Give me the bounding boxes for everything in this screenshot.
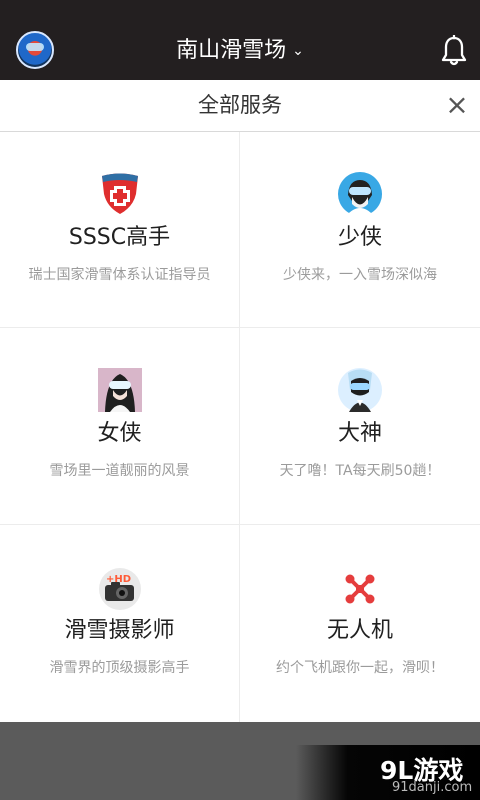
service-description: 瑞士国家滑雪体系认证指导员 xyxy=(28,267,211,283)
service-name: 大神 xyxy=(337,421,382,446)
service-description: 雪场里一道靓丽的风景 xyxy=(49,463,190,479)
service-description: 滑雪界的顶级摄影高手 xyxy=(49,660,190,676)
service-shaoxia[interactable]: 少侠 少侠来，一入雪场深似海 xyxy=(240,132,480,328)
watermark-domain: 91danji.com xyxy=(392,780,473,795)
swiss-shield-icon xyxy=(102,173,138,214)
drone-icon xyxy=(345,574,375,604)
close-icon[interactable]: × xyxy=(444,91,470,119)
service-name: 少侠 xyxy=(337,225,382,250)
service-description: 约个飞机跟你一起，滑呗！ xyxy=(276,660,444,676)
chevron-down-icon: ⌄ xyxy=(292,43,304,59)
camera-hd-icon: +HD xyxy=(99,568,141,610)
service-name: SSSC高手 xyxy=(68,225,171,250)
male-skier-avatar-icon xyxy=(338,172,382,216)
bell-icon[interactable] xyxy=(441,35,467,66)
service-name: 滑雪摄影师 xyxy=(64,618,175,643)
resort-title: 南山滑雪场 xyxy=(176,38,287,63)
service-name: 女侠 xyxy=(97,421,142,446)
service-dashen[interactable]: 大神 天了噜！TA每天刷50趟！ xyxy=(240,328,480,525)
all-services-sheet: 全部服务 × SSSC高手 瑞士国家滑雪体系认证指导员 少侠 少侠来，一入雪场深… xyxy=(0,80,480,722)
service-description: 天了噜！TA每天刷50趟！ xyxy=(279,463,441,479)
service-photographer[interactable]: +HD 滑雪摄影师 滑雪界的顶级摄影高手 xyxy=(0,525,240,722)
service-description: 少侠来，一入雪场深似海 xyxy=(283,267,437,283)
sheet-header: 全部服务 × xyxy=(0,80,480,132)
service-name: 无人机 xyxy=(326,618,393,643)
service-drone[interactable]: 无人机 约个飞机跟你一起，滑呗！ xyxy=(240,525,480,722)
expert-skier-avatar-icon xyxy=(338,368,382,412)
female-skier-avatar-icon xyxy=(98,368,142,412)
services-grid: SSSC高手 瑞士国家滑雪体系认证指导员 少侠 少侠来，一入雪场深似海 女侠 雪… xyxy=(0,132,480,722)
resort-selector[interactable]: 南山滑雪场 ⌄ xyxy=(0,37,480,67)
service-sssc[interactable]: SSSC高手 瑞士国家滑雪体系认证指导员 xyxy=(0,132,240,328)
top-bar: 南山滑雪场 ⌄ xyxy=(0,0,480,80)
service-nvxia[interactable]: 女侠 雪场里一道靓丽的风景 xyxy=(0,328,240,525)
sheet-title: 全部服务 xyxy=(198,93,282,117)
site-watermark: 9L游戏 91danji.com xyxy=(296,745,480,800)
